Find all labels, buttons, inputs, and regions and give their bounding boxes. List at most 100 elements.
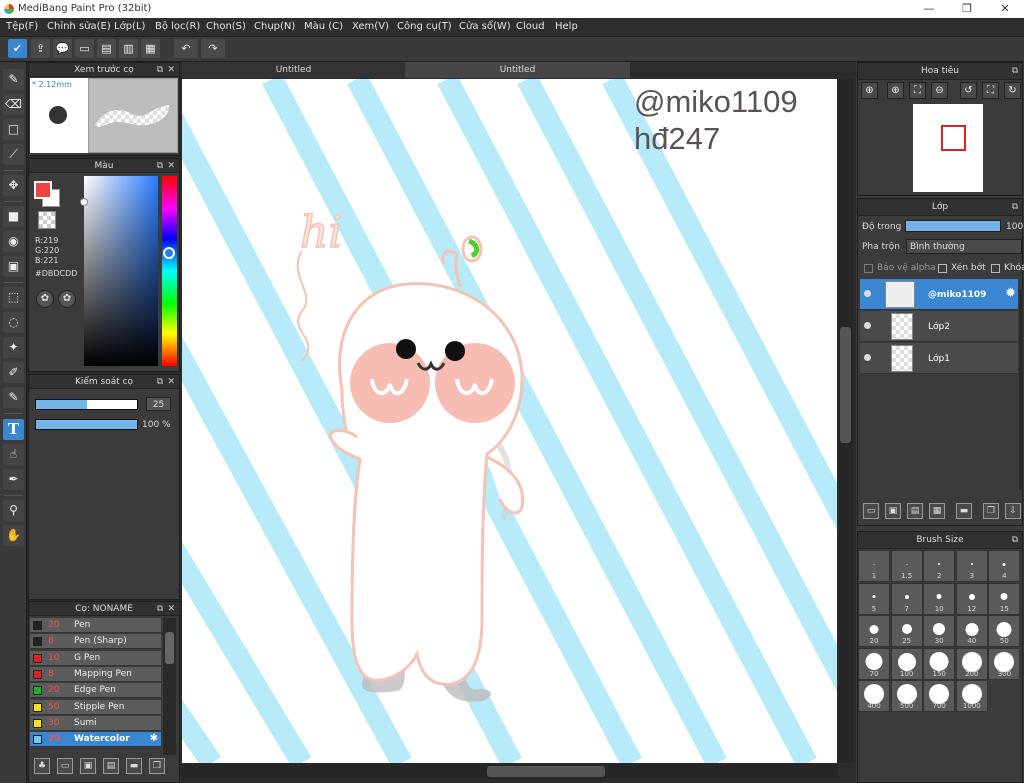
brush-size-option[interactable]: 150 — [923, 647, 956, 680]
hand-tool-icon[interactable]: ✋ — [3, 525, 24, 546]
copy-brush-icon[interactable]: ▤ — [103, 758, 119, 774]
brush-size-option[interactable]: 25 — [890, 615, 923, 648]
brush-size-option[interactable]: 7 — [890, 582, 923, 615]
horizontal-scrollbar[interactable] — [182, 764, 838, 779]
redo-icon[interactable]: ↷ — [201, 39, 225, 58]
new-layer-icon[interactable]: ▭ — [863, 503, 879, 519]
new-halftone-layer-icon[interactable]: ▣ — [885, 503, 901, 519]
bucket-tool-icon[interactable]: ◉ — [3, 231, 24, 252]
magic-wand-icon[interactable]: ✦ — [3, 337, 24, 358]
brush-size-option[interactable]: 1.5 — [890, 550, 923, 582]
brush-size-option[interactable]: 40 — [955, 615, 988, 648]
popout-icon[interactable]: ⧉ — [1012, 63, 1018, 80]
new-page-icon[interactable]: ▭ — [57, 758, 73, 774]
brush-item[interactable]: 20 Watercolor ✱ — [30, 732, 161, 748]
lock-checkbox[interactable] — [991, 264, 1000, 273]
rotate-right-icon[interactable]: ↻ — [1004, 82, 1021, 99]
color-picker-handle[interactable] — [80, 198, 88, 206]
vertical-scrollbar[interactable] — [838, 79, 853, 763]
add-brush-icon[interactable]: ♣ — [34, 758, 50, 774]
eraser-tool-icon[interactable]: ⌫ — [3, 94, 24, 115]
hue-slider[interactable] — [162, 176, 177, 366]
brush-opacity-slider[interactable] — [35, 419, 138, 430]
menu-select[interactable]: Chọn(S) — [206, 21, 246, 32]
tab-untitled-1[interactable]: Untitled — [182, 62, 405, 78]
new-1bit-layer-icon[interactable]: ▤ — [907, 503, 923, 519]
brush-size-option[interactable]: 3 — [955, 550, 988, 582]
hue-handle[interactable] — [163, 247, 175, 259]
layer-settings-icon[interactable]: ✹ — [1005, 286, 1016, 301]
blend-mode-select[interactable]: Bình thường — [906, 239, 1022, 254]
cloud-check-icon[interactable]: ✔ — [8, 39, 27, 58]
brush-list-scrollbar[interactable] — [163, 618, 176, 755]
page-icon[interactable]: ▤ — [97, 39, 116, 58]
brush-item[interactable]: 30 Sumi — [30, 715, 161, 731]
rectangle-tool-icon[interactable]: □ — [3, 119, 24, 140]
brush-size-option[interactable]: 30 — [923, 615, 956, 648]
brush-size-option[interactable]: 50 — [988, 615, 1021, 648]
navigator-viewport[interactable] — [941, 125, 966, 151]
undo-icon[interactable]: ↶ — [174, 39, 198, 58]
brush-size-slider[interactable] — [35, 399, 138, 410]
rect-select-icon[interactable]: ⬚ — [3, 287, 24, 308]
layer-menu-icon[interactable]: ▦ — [929, 503, 945, 519]
minimize-button[interactable]: — — [910, 0, 948, 18]
brush-size-option[interactable]: 200 — [955, 647, 988, 680]
zoom-in-icon[interactable]: ⊕ — [861, 82, 878, 99]
layer-opacity-slider[interactable] — [905, 220, 1001, 232]
lasso-select-icon[interactable]: ◌ — [3, 312, 24, 333]
brush-size-option[interactable]: 400 — [858, 680, 890, 713]
brush-size-option[interactable]: 10 — [923, 582, 956, 615]
protect-alpha-checkbox[interactable] — [864, 264, 873, 273]
popout-icon[interactable]: ⧉ — [1012, 199, 1018, 216]
duplicate-icon[interactable]: ❐ — [149, 758, 165, 774]
menu-cloud[interactable]: Cloud — [516, 21, 545, 32]
layer-list-scrollbar[interactable] — [1019, 290, 1023, 490]
move-tool-icon[interactable]: ✥ — [3, 175, 24, 196]
close-icon[interactable]: ✕ — [167, 159, 175, 173]
popout-icon[interactable]: ⧉ — [1012, 532, 1018, 549]
eyedropper-icon[interactable]: ⚲ — [3, 500, 24, 521]
menu-edit[interactable]: Chỉnh sửa(E) — [47, 21, 111, 32]
brush-item[interactable]: 10 G Pen — [30, 650, 161, 666]
popout-icon[interactable]: ⧉ — [157, 63, 163, 77]
brush-size-option[interactable]: 1000 — [955, 680, 988, 713]
zoom-in-alt-icon[interactable]: ⊕ — [887, 82, 904, 99]
popout-icon[interactable]: ⧉ — [157, 159, 163, 173]
duplicate-layer-icon[interactable]: ❐ — [983, 503, 999, 519]
select-pen-icon[interactable]: ✐ — [3, 362, 24, 383]
layer-row[interactable]: Lớp1 — [860, 343, 1018, 374]
brush-menu-icon[interactable]: ▣ — [80, 758, 96, 774]
fill-rect-icon[interactable]: ■ — [3, 206, 24, 227]
scroll-thumb[interactable] — [165, 632, 174, 664]
scroll-thumb[interactable] — [840, 327, 851, 443]
brush-size-option[interactable]: 2 — [923, 550, 956, 582]
brush-size-option[interactable]: 100 — [890, 647, 923, 680]
menu-snap[interactable]: Chụp(N) — [254, 21, 295, 32]
menu-color[interactable]: Màu (C) — [304, 21, 343, 32]
drawing-canvas[interactable]: hi @miko1109 hđ247 — [182, 79, 837, 763]
brush-size-option[interactable]: 1 — [858, 550, 890, 582]
brush-size-option[interactable]: 12 — [955, 582, 988, 615]
close-icon[interactable]: ✕ — [167, 602, 175, 616]
close-icon[interactable]: ✕ — [167, 375, 175, 389]
operation-tool-icon[interactable]: ☝ — [3, 444, 24, 465]
pen-line-icon[interactable]: ⟋ — [3, 144, 24, 165]
menu-filter[interactable]: Bộ lọc(R) — [155, 21, 200, 32]
select-eraser-icon[interactable]: ✎ — [3, 387, 24, 408]
brush-size-option[interactable]: 700 — [923, 680, 956, 713]
maximize-button[interactable]: ❐ — [948, 0, 986, 18]
page-grid-icon[interactable]: ▦ — [141, 39, 160, 58]
brush-size-option[interactable]: 5 — [858, 582, 890, 615]
layer-folder-icon[interactable]: ▬ — [956, 503, 972, 519]
comment-icon[interactable]: ▭ — [75, 39, 94, 58]
palette-icon[interactable]: ✿ — [36, 290, 54, 308]
brush-item[interactable]: 8 Mapping Pen — [30, 666, 161, 682]
folder-icon[interactable]: ▬ — [126, 758, 142, 774]
menu-tools[interactable]: Công cụ(T) — [397, 21, 452, 32]
primary-color-swatch[interactable] — [34, 181, 52, 199]
close-icon[interactable]: ✕ — [167, 63, 175, 77]
brush-size-option[interactable]: 15 — [988, 582, 1021, 615]
brush-size-option[interactable]: 500 — [890, 680, 923, 713]
transparent-color-swatch[interactable] — [38, 211, 56, 229]
